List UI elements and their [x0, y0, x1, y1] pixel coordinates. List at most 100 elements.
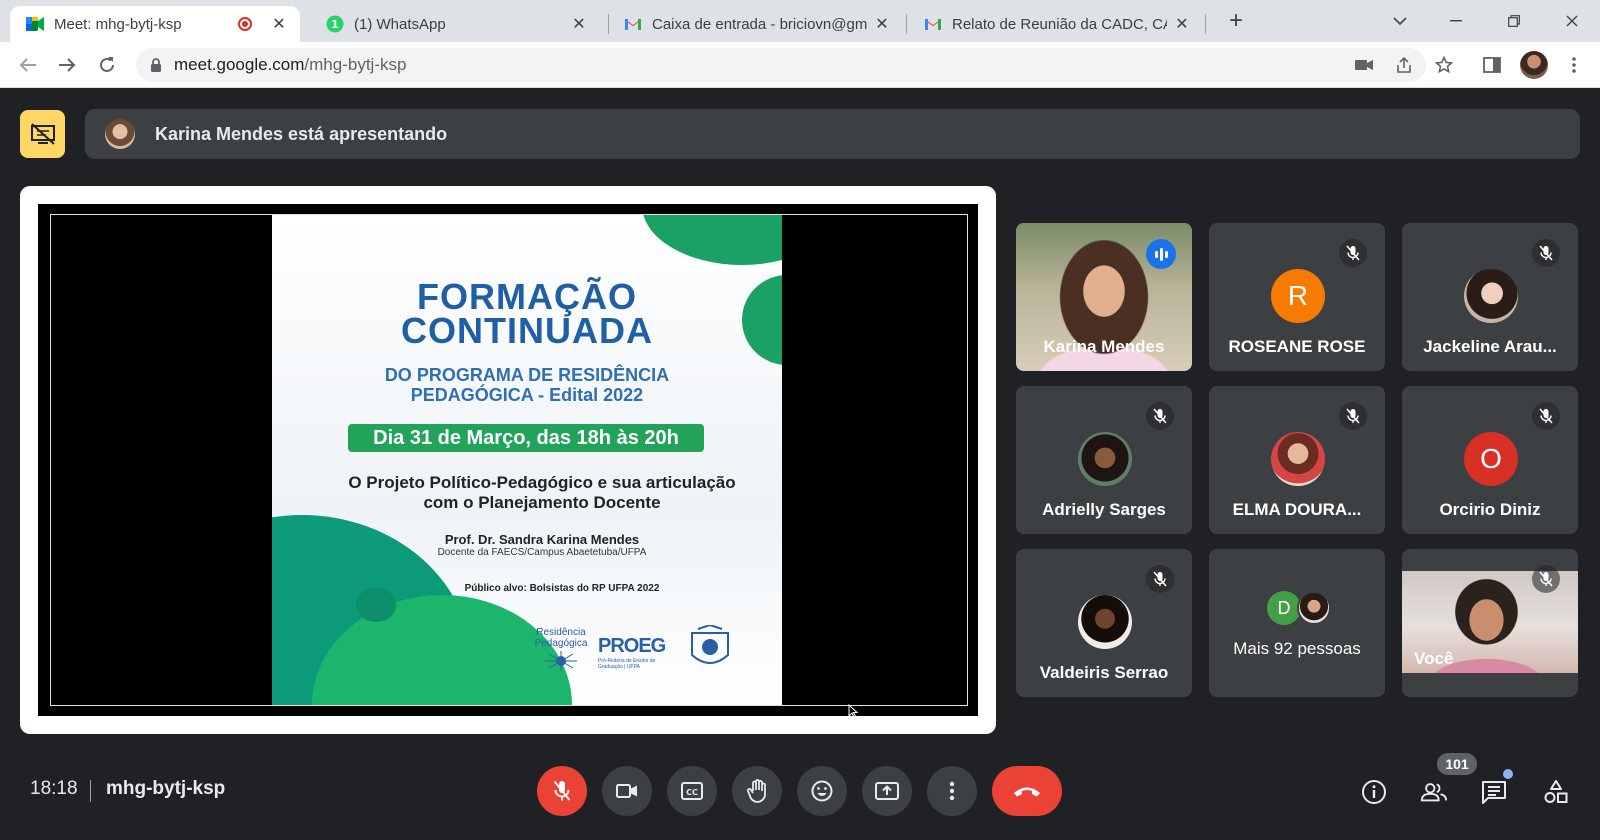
meeting-clock: 18:18: [30, 778, 78, 799]
chat-button[interactable]: [1480, 778, 1508, 806]
tab-gmail-inbox[interactable]: Caixa de entrada - briciovn@gma ✕: [608, 6, 903, 42]
camera-toggle-button[interactable]: [602, 766, 652, 816]
stop-presentation-view-button[interactable]: [20, 110, 65, 158]
presenter-text: Karina Mendes está apresentando: [155, 123, 448, 144]
avatar: [1297, 591, 1331, 625]
participant-tile[interactable]: Valdeiris Serrao: [1016, 549, 1192, 697]
chat-notification-dot: [1503, 769, 1513, 779]
camera-in-use-icon[interactable]: [1352, 53, 1376, 77]
slide-speaker-role: Docente da FAECS/Campus Abaetetuba/UFPA: [437, 547, 647, 558]
restore-button[interactable]: [1494, 6, 1534, 36]
participant-tile[interactable]: ELMA DOURA...: [1209, 386, 1385, 534]
meeting-code: mhg-bytj-ksp: [106, 778, 226, 799]
close-tab-icon[interactable]: ✕: [270, 14, 288, 34]
participant-name: Orcirio Diniz: [1439, 500, 1541, 519]
close-window-button[interactable]: [1552, 6, 1592, 36]
people-icon: [1420, 783, 1448, 802]
reload-button[interactable]: [93, 51, 121, 79]
tab-title: (1) WhatsApp: [354, 15, 446, 33]
close-tab-icon[interactable]: ✕: [1173, 14, 1191, 34]
avatar: [1078, 595, 1132, 649]
address-bar[interactable]: meet.google.com/mhg-bytj-ksp: [136, 48, 1426, 82]
slide-title-line2: CONTINUADA: [401, 310, 653, 351]
tab-title: Caixa de entrada - briciovn@gma: [652, 15, 867, 33]
participant-tile[interactable]: Jackeline Arau...: [1402, 223, 1578, 371]
presentation-slide: FORMAÇÃO CONTINUADA DO PROGRAMA DE RESID…: [272, 215, 782, 705]
participant-tile[interactable]: Karina Mendes: [1016, 223, 1192, 371]
speaking-indicator-icon: [1146, 239, 1176, 269]
svg-text:CC: CC: [686, 788, 698, 797]
close-tab-icon[interactable]: ✕: [873, 14, 891, 34]
presenter-avatar: [105, 119, 135, 149]
shared-screen[interactable]: FORMAÇÃO CONTINUADA DO PROGRAMA DE RESID…: [20, 186, 996, 734]
muted-icon: [1532, 402, 1560, 430]
participant-name: Valdeiris Serrao: [1039, 663, 1169, 682]
closed-captions-icon: CC: [681, 782, 703, 800]
muted-icon: [1339, 239, 1367, 267]
gmail-icon: [624, 15, 642, 33]
residencia-logo-text: Residência Pedagógica: [534, 627, 588, 649]
whatsapp-icon: 1: [326, 15, 344, 33]
video-camera-icon: [616, 784, 637, 798]
tab-divider: [906, 14, 907, 34]
more-vertical-icon: [949, 781, 955, 801]
new-tab-button[interactable]: +: [1222, 8, 1250, 36]
more-options-button[interactable]: [927, 766, 977, 816]
captions-button[interactable]: CC: [667, 766, 717, 816]
present-screen-button[interactable]: [862, 766, 912, 816]
people-button[interactable]: [1420, 778, 1448, 806]
raise-hand-icon: [747, 779, 766, 803]
slide-subtitle-line2: PEDAGÓGICA - Edital 2022: [410, 385, 644, 405]
participant-tile[interactable]: O Orcirio Diniz: [1402, 386, 1578, 534]
proeg-logo: PROEG Pró-Reitoria de Ensino de Graduaçã…: [598, 635, 680, 670]
tab-whatsapp[interactable]: 1 (1) WhatsApp ✕: [310, 6, 600, 42]
gmail-icon: [924, 15, 942, 33]
info-icon: [1362, 780, 1386, 804]
participant-tile[interactable]: R ROSEANE ROSE: [1209, 223, 1385, 371]
muted-icon: [1339, 402, 1367, 430]
recording-icon: [238, 17, 252, 31]
footer-divider: [90, 780, 91, 802]
screen-content: FORMAÇÃO CONTINUADA DO PROGRAMA DE RESID…: [38, 204, 978, 716]
forward-button[interactable]: [53, 51, 81, 79]
participant-tile[interactable]: Adrielly Sarges: [1016, 386, 1192, 534]
bookmark-star-icon[interactable]: [1432, 53, 1456, 77]
presentation-off-icon: [30, 123, 55, 145]
meeting-details-button[interactable]: [1360, 778, 1388, 806]
ufpa-seal-logo: [688, 623, 732, 671]
muted-icon: [1532, 565, 1560, 593]
share-icon[interactable]: [1392, 53, 1416, 77]
url-host: meet.google.com: [174, 55, 305, 74]
residencia-logo: Residência Pedagógica: [528, 627, 594, 673]
reactions-button[interactable]: [797, 766, 847, 816]
browser-menu-icon[interactable]: [1562, 53, 1586, 77]
tab-gmail-relato[interactable]: Relato de Reunião da CADC, CAC ✕: [908, 6, 1203, 42]
close-tab-icon[interactable]: ✕: [570, 14, 588, 34]
participant-tile-self[interactable]: Você: [1402, 549, 1578, 697]
tab-meet[interactable]: Meet: mhg-bytj-ksp ✕: [10, 6, 300, 42]
tab-search-icon[interactable]: [1380, 6, 1420, 36]
participant-name: ELMA DOURA...: [1232, 500, 1362, 519]
microphone-toggle-button[interactable]: [537, 766, 587, 816]
participant-name: Jackeline Arau...: [1423, 337, 1557, 356]
participant-name: Você: [1414, 649, 1454, 668]
profile-avatar[interactable]: [1520, 51, 1548, 79]
activities-icon: [1544, 780, 1568, 803]
raise-hand-button[interactable]: [732, 766, 782, 816]
participant-name: Mais 92 pessoas: [1233, 639, 1361, 658]
minimize-button[interactable]: [1436, 6, 1476, 36]
back-button[interactable]: [14, 51, 42, 79]
mic-off-icon: [553, 780, 571, 801]
avatar: [1271, 432, 1325, 486]
activities-button[interactable]: [1542, 778, 1570, 806]
participant-name: ROSEANE ROSE: [1228, 337, 1366, 356]
slide-decoration: [356, 588, 396, 622]
tab-title: Meet: mhg-bytj-ksp: [54, 15, 182, 33]
url-path: /mhg-bytj-ksp: [304, 55, 407, 74]
participant-tile-more[interactable]: D Mais 92 pessoas: [1209, 549, 1385, 697]
hang-up-icon: [1014, 787, 1040, 797]
leave-call-button[interactable]: [992, 766, 1062, 816]
side-panel-icon[interactable]: [1480, 53, 1504, 77]
avatar: [1078, 432, 1132, 486]
muted-icon: [1146, 565, 1174, 593]
